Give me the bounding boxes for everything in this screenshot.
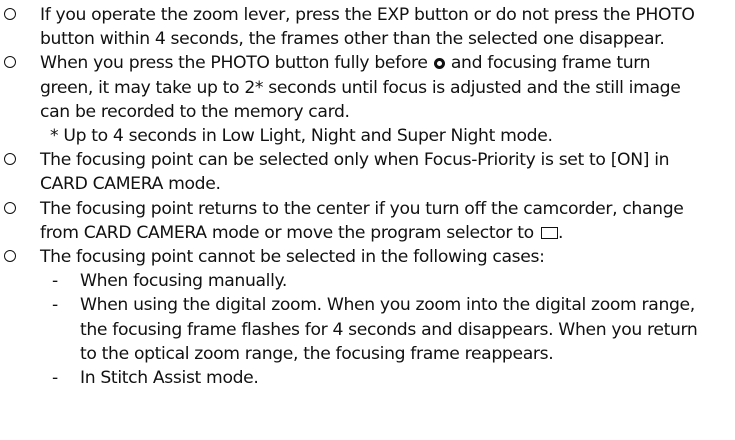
- circle-bullet-icon: [3, 245, 33, 269]
- note-line: green, it may take up to 2* seconds unti…: [40, 77, 681, 98]
- manual-page: If you operate the zoom lever, press the…: [0, 3, 735, 390]
- note-zoom-lever: If you operate the zoom lever, press the…: [0, 3, 735, 51]
- case-line: When focusing manually.: [80, 271, 288, 292]
- case-line: the focusing frame flashes for 4 seconds…: [80, 319, 698, 340]
- case-dash: -: [52, 368, 58, 389]
- case-line: In Stitch Assist mode.: [80, 368, 259, 389]
- note-text: and focusing frame turn: [450, 53, 651, 74]
- note-line: CARD CAMERA mode.: [40, 174, 221, 195]
- note-line: The focusing point can be selected only …: [40, 150, 670, 171]
- circle-bullet-icon: [3, 148, 33, 172]
- note-line: If you operate the zoom lever, press the…: [40, 5, 695, 25]
- case-item: - When using the digital zoom. When you …: [40, 293, 723, 366]
- focus-indicator-icon: [433, 58, 445, 70]
- note-cannot-select: The focusing point cannot be selected in…: [0, 245, 735, 390]
- program-auto-icon: [540, 226, 558, 239]
- note-line: The focusing point cannot be selected in…: [40, 247, 545, 268]
- circle-bullet-icon: [3, 51, 33, 75]
- note-focus-priority: The focusing point can be selected only …: [0, 148, 735, 196]
- case-dash: -: [52, 271, 58, 292]
- case-item: - When focusing manually.: [40, 269, 723, 293]
- circle-bullet-icon: [3, 197, 33, 221]
- note-focus-returns: The focusing point returns to the center…: [0, 197, 735, 245]
- note-line: button within 4 seconds, the frames othe…: [40, 29, 665, 50]
- case-item: - In Stitch Assist mode.: [40, 366, 723, 390]
- case-dash: -: [52, 295, 58, 316]
- note-text: .: [557, 222, 564, 243]
- note-line: When you press the PHOTO button fully be…: [40, 51, 723, 75]
- note-text: When you press the PHOTO button fully be…: [40, 53, 428, 74]
- footnote: * Up to 4 seconds in Low Light, Night an…: [50, 126, 553, 147]
- note-line: The focusing point returns to the center…: [40, 198, 684, 219]
- note-line: can be recorded to the memory card.: [40, 101, 350, 122]
- note-text: from CARD CAMERA mode or move the progra…: [40, 222, 534, 243]
- note-line: from CARD CAMERA mode or move the progra…: [40, 221, 723, 245]
- case-line: When using the digital zoom. When you zo…: [80, 295, 695, 316]
- case-line: to the optical zoom range, the focusing …: [80, 343, 554, 364]
- note-photo-button: When you press the PHOTO button fully be…: [0, 51, 735, 148]
- circle-bullet-icon: [3, 3, 33, 27]
